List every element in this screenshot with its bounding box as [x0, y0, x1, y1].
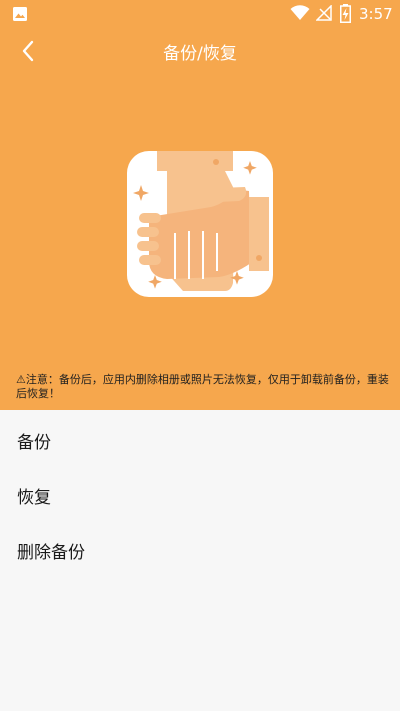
menu-item-delete-backup[interactable]: 删除备份	[0, 526, 400, 581]
backup-menu: 备份 恢复 删除备份	[0, 410, 400, 581]
backup-notice: ⚠注意：备份后，应用内删除相册或照片无法恢复，仅用于卸载前备份，重装后恢复！	[16, 373, 389, 400]
header-banner: 3:57 备份/恢复 ⚠注意：备份后，应用内删除相册或照片无法恢复，仅用于卸载前…	[0, 0, 400, 410]
signal-icon	[316, 5, 332, 21]
battery-charging-icon	[340, 4, 351, 23]
wifi-icon	[290, 5, 310, 20]
handshake-illustration	[127, 151, 273, 297]
status-bar: 3:57	[0, 0, 400, 28]
page-title: 备份/恢复	[163, 44, 237, 64]
status-time: 3:57	[359, 5, 393, 23]
image-icon	[13, 7, 27, 21]
menu-item-backup[interactable]: 备份	[0, 416, 400, 471]
menu-item-restore[interactable]: 恢复	[0, 471, 400, 526]
